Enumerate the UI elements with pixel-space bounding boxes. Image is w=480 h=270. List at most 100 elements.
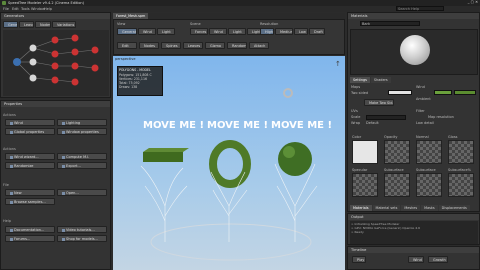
scale-field[interactable] — [366, 115, 406, 120]
graph-node[interactable] — [71, 78, 79, 86]
res-draft-button[interactable]: Draft — [309, 28, 325, 35]
color-map-slot[interactable] — [352, 140, 378, 164]
opacity-map-slot[interactable] — [384, 140, 410, 164]
wrap-label: Wrap — [351, 121, 361, 125]
subsurface3-map-slot[interactable] — [448, 173, 474, 197]
tab-material-sets[interactable]: Material sets — [372, 205, 401, 211]
play-button[interactable]: Play — [352, 256, 366, 263]
map-label: Specular — [352, 168, 368, 172]
graph-node[interactable] — [51, 76, 59, 84]
graph-node[interactable] — [29, 74, 37, 82]
nodes-button[interactable]: Nodes — [139, 42, 159, 49]
window-properties-button[interactable]: Window properties — [57, 128, 107, 135]
tab-settings[interactable]: Settings — [350, 77, 370, 83]
view-light-button[interactable]: Light — [157, 28, 175, 35]
random-button[interactable]: Random — [227, 42, 247, 49]
graph-node-root[interactable] — [13, 58, 21, 66]
menu-tools[interactable]: Tools — [21, 7, 30, 11]
wind-button[interactable]: Wind — [5, 119, 55, 126]
tab-displacements[interactable]: Displacements — [438, 205, 470, 211]
viewport[interactable]: perspective POLYGONS - MODEL Polygons: 1… — [113, 56, 345, 270]
green-sphere[interactable] — [278, 142, 312, 176]
normal-map-slot[interactable] — [416, 140, 442, 164]
toolbar-variations-button[interactable]: Variations — [52, 21, 76, 28]
generate-button[interactable]: Generate — [117, 28, 137, 35]
documentation-button[interactable]: Documentation... — [5, 226, 55, 233]
toolbar-generators-button[interactable]: Generators — [3, 21, 18, 28]
scene-render[interactable] — [113, 56, 345, 270]
leaves-button[interactable]: Leaves — [183, 42, 203, 49]
generator-graph[interactable] — [3, 30, 109, 96]
make-two-sided-button[interactable]: Make Two Sid... — [364, 99, 394, 106]
graph-node[interactable] — [71, 34, 79, 42]
subsurface2-map-slot[interactable] — [416, 173, 442, 197]
spines-button[interactable]: Spines — [161, 42, 181, 49]
filter-value[interactable]: Map resolution — [428, 115, 454, 119]
graph-node[interactable] — [71, 48, 79, 56]
material-name: Bark — [362, 22, 371, 26]
wrap-value[interactable]: Default — [366, 121, 379, 125]
toolbar-nodes-button[interactable]: Nodes — [35, 21, 51, 28]
scene-wind-button[interactable]: Wind — [209, 28, 227, 35]
graph-node[interactable] — [91, 64, 99, 72]
video-tutorials-button[interactable]: Video tutorials... — [57, 226, 107, 233]
graph-node[interactable] — [91, 46, 99, 54]
randomize-button[interactable]: Randomize — [5, 162, 55, 169]
graph-node[interactable] — [51, 36, 59, 44]
gloss-map-slot[interactable] — [448, 140, 474, 164]
flag-ambient[interactable]: Ambient — [416, 97, 431, 101]
map-label: Subsurface% — [448, 168, 471, 172]
graph-node[interactable] — [51, 62, 59, 70]
window-controls[interactable]: _ ▢ ✕ — [468, 0, 478, 4]
menu-file[interactable]: File — [3, 7, 9, 11]
forums-button[interactable]: Forums... — [5, 235, 55, 242]
section-label: Actions — [3, 147, 16, 151]
attach-button[interactable]: Attach — [249, 42, 269, 49]
new-button[interactable]: New — [5, 189, 55, 196]
section-label: File — [3, 183, 9, 187]
res-medium-button[interactable]: Medium — [275, 28, 293, 35]
color-swatch-green-2[interactable] — [454, 90, 476, 95]
export-button[interactable]: Export... — [57, 162, 107, 169]
graph-node[interactable] — [71, 62, 79, 70]
growth-button[interactable]: Growth — [428, 256, 448, 263]
menu-edit[interactable]: Edit — [12, 7, 19, 11]
map-label: Subsurface — [384, 168, 404, 172]
view-wind-button[interactable]: Wind — [138, 28, 156, 35]
menu-help[interactable]: Help — [44, 7, 52, 11]
graph-node[interactable] — [29, 44, 37, 52]
green-block-front[interactable] — [143, 152, 183, 162]
forces-button[interactable]: Forces — [190, 28, 208, 35]
wind-wizard-button[interactable]: Wind wizard... — [5, 153, 55, 160]
menu-window[interactable]: Window — [31, 7, 45, 11]
compute-mi-button[interactable]: Compute M.I. — [57, 153, 107, 160]
browse-samples-button[interactable]: Browse samples... — [5, 198, 55, 205]
res-low-button[interactable]: Low — [294, 28, 308, 35]
tab-shaders[interactable]: Shaders — [370, 77, 391, 83]
output-log[interactable]: > Initializing SpeedTree Modeler > GPU: … — [350, 221, 478, 244]
flag-wind[interactable]: Wind — [416, 85, 425, 89]
global-properties-button[interactable]: Global properties — [5, 128, 55, 135]
section-label: Actions — [3, 113, 16, 117]
gizmo-button[interactable]: Gizmo — [205, 42, 225, 49]
tab-meshes[interactable]: Meshes — [401, 205, 421, 211]
specular-map-slot[interactable] — [352, 173, 378, 197]
color-swatch[interactable] — [388, 90, 412, 95]
color-swatch-green[interactable] — [434, 90, 452, 95]
subsurface-map-slot[interactable] — [384, 173, 410, 197]
shop-models-button[interactable]: Shop for models... — [57, 235, 107, 242]
tab-materials[interactable]: Materials — [350, 205, 372, 211]
flag-two-sided[interactable]: Two sided — [351, 91, 368, 95]
open-button[interactable]: Open... — [57, 189, 107, 196]
lighting-button[interactable]: Lighting — [57, 119, 107, 126]
green-block[interactable] — [143, 148, 189, 152]
graph-node[interactable] — [51, 50, 59, 58]
res-high-button[interactable]: High — [260, 28, 274, 35]
tab-masks[interactable]: Masks — [421, 205, 438, 211]
scene-light-button[interactable]: Light — [228, 28, 246, 35]
toolbar-leaves-button[interactable]: Leaves — [19, 21, 34, 28]
graph-node[interactable] — [29, 58, 37, 66]
edit-button[interactable]: Edit — [117, 42, 137, 49]
generators-panel: Generators Generators Leaves Nodes Varia… — [0, 12, 111, 98]
timeline-wind-button[interactable]: Wind — [408, 256, 424, 263]
